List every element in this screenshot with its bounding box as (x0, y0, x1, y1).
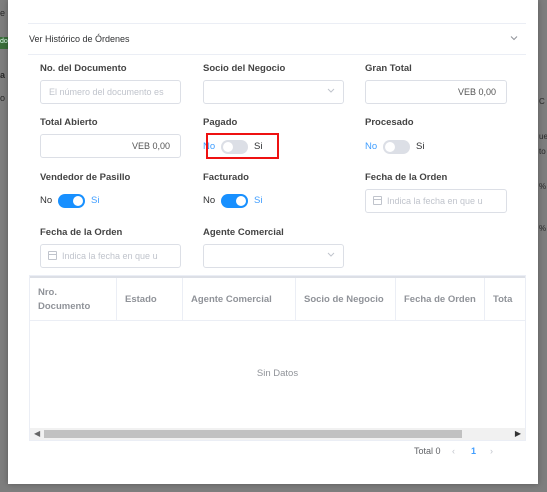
table-empty-text: Sin Datos (256, 368, 299, 379)
column-header-document-number[interactable]: Nro. Documento (30, 278, 117, 321)
paid-label: Pagado (203, 117, 238, 128)
aisle-seller-no-label: No (40, 195, 53, 206)
background-bottom-strip (0, 484, 547, 492)
sales-agent-label: Agente Comercial (203, 227, 284, 238)
grand-total-label: Gran Total (365, 63, 412, 74)
processed-label: Procesado (365, 117, 414, 128)
order-history-collapse-header[interactable]: Ver Histórico de Órdenes (28, 23, 526, 55)
business-partner-label: Socio del Negocio (203, 63, 286, 74)
scroll-left-arrow-icon[interactable]: ◀ (34, 429, 40, 438)
calendar-icon (373, 196, 382, 205)
sales-agent-select[interactable] (203, 244, 344, 268)
order-date-placeholder: Indica la fecha en que u (387, 196, 483, 206)
aisle-seller-switch-track[interactable] (58, 194, 85, 208)
invoiced-switch-track[interactable] (221, 194, 248, 208)
aisle-seller-label: Vendedor de Pasillo (40, 172, 131, 183)
order-date-label: Fecha de la Orden (365, 172, 448, 183)
document-number-label: No. del Documento (40, 63, 127, 74)
background-fragment: e (0, 8, 6, 18)
grand-total-input[interactable]: VEB 0,00 (365, 80, 507, 104)
background-fragment: % (539, 224, 547, 233)
scrollbar-thumb[interactable] (44, 430, 462, 438)
processed-si-label: Si (416, 141, 425, 152)
prev-page-icon[interactable]: ‹ (452, 446, 455, 456)
chevron-down-icon[interactable] (508, 33, 520, 45)
calendar-icon (48, 251, 57, 260)
processed-switch-track[interactable] (383, 140, 410, 154)
open-total-label: Total Abierto (40, 117, 98, 128)
column-header-sales-agent[interactable]: Agente Comercial (183, 278, 296, 321)
grand-total-value: VEB 0,00 (457, 87, 496, 97)
highlight-box (206, 133, 279, 159)
column-header-business-partner[interactable]: Socio de Negocio (296, 278, 396, 321)
background-green-tag: do (0, 37, 8, 49)
order-date-label: Fecha de la Orden (40, 227, 123, 238)
table-header: Nro. Documento Estado Agente Comercial S… (30, 278, 525, 321)
open-total-value: VEB 0,00 (131, 141, 170, 151)
order-date-placeholder: Indica la fecha en que u (62, 251, 158, 261)
invoiced-no-label: No (203, 195, 216, 206)
processed-no-label: No (365, 141, 378, 152)
chevron-down-icon (326, 249, 336, 262)
chevron-down-icon (326, 85, 336, 98)
order-date-picker[interactable]: Indica la fecha en que u (40, 244, 181, 268)
pagination-total: Total 0 (414, 446, 441, 456)
background-right-strip: C ue to % % (538, 0, 547, 492)
invoiced-si-label: Si (254, 195, 263, 206)
document-number-input[interactable]: El número del documento es (40, 80, 181, 104)
background-fragment: ue (539, 132, 547, 141)
aisle-seller-si-label: Si (91, 195, 100, 206)
background-fragment: to (539, 147, 546, 156)
orders-table: Nro. Documento Estado Agente Comercial S… (29, 275, 526, 441)
background-fragment: C (539, 97, 545, 106)
horizontal-scrollbar[interactable]: ◀ ▶ (30, 428, 525, 440)
order-date-picker[interactable]: Indica la fecha en que u (365, 189, 507, 213)
document-number-placeholder: El número del documento es (49, 87, 164, 97)
section-title: Ver Histórico de Órdenes (29, 34, 130, 44)
processed-switch[interactable]: No Si (365, 140, 435, 154)
background-fragment: a (0, 70, 6, 80)
next-page-icon[interactable]: › (490, 446, 493, 456)
column-header-status[interactable]: Estado (117, 278, 183, 321)
order-history-dialog: Ver Histórico de Órdenes No. del Documen… (8, 0, 538, 484)
background-fragment: % (539, 182, 547, 191)
invoiced-label: Facturado (203, 172, 249, 183)
column-header-total[interactable]: Tota (485, 278, 525, 321)
pagination-current-page[interactable]: 1 (471, 446, 476, 456)
invoiced-switch[interactable]: No Si (203, 194, 273, 208)
business-partner-select[interactable] (203, 80, 344, 104)
open-total-input[interactable]: VEB 0,00 (40, 134, 181, 158)
aisle-seller-switch[interactable]: No Si (40, 194, 110, 208)
background-left-strip: e a o (0, 0, 8, 492)
scroll-right-arrow-icon[interactable]: ▶ (515, 429, 521, 438)
background-fragment: o (0, 93, 6, 103)
column-header-order-date[interactable]: Fecha de Orden (396, 278, 485, 321)
